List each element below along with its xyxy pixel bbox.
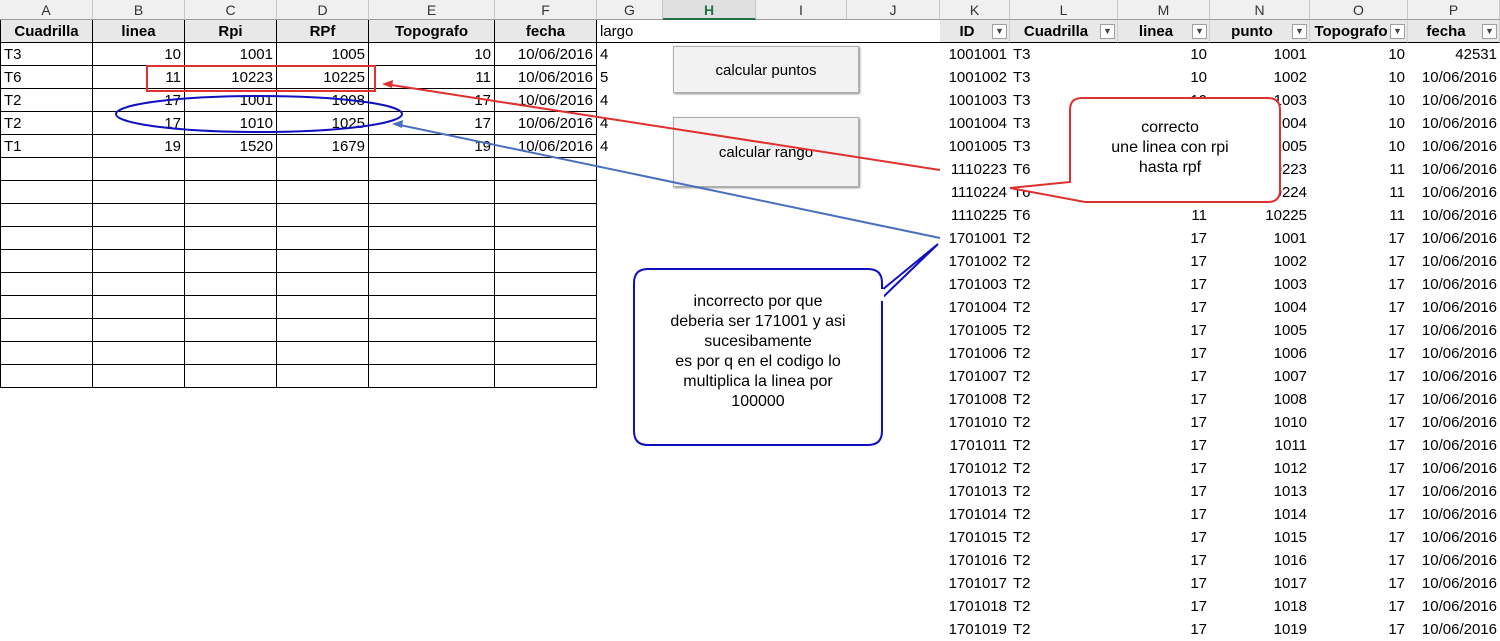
red-highlight-box	[146, 65, 376, 92]
incorrect-line-1: incorrecto por que	[693, 293, 823, 310]
incorrect-line-5: multiplica la linea por	[683, 373, 833, 390]
correct-line-3: hasta rpf	[1138, 159, 1202, 176]
incorrect-line-3: sucesibamente	[704, 333, 812, 350]
incorrect-line-4: es por q en el codigo lo	[675, 353, 841, 370]
correct-line-2: une linea con rpi	[1111, 139, 1229, 156]
correct-line-1: correcto	[1141, 119, 1199, 136]
blue-highlight-ellipse	[115, 95, 403, 133]
correct-callout-text: correcto une linea con rpi hasta rpf	[1070, 118, 1270, 178]
incorrect-line-6: 100000	[731, 393, 785, 410]
red-arrowhead	[382, 80, 393, 88]
incorrect-callout-tail	[879, 243, 939, 301]
incorrect-callout-text: incorrecto por que deberia ser 171001 y …	[634, 292, 882, 412]
red-arrow	[384, 83, 941, 171]
incorrect-line-2: deberia ser 171001 y asi	[670, 313, 846, 330]
blue-arrow	[394, 123, 941, 239]
blue-arrowhead	[392, 120, 403, 128]
